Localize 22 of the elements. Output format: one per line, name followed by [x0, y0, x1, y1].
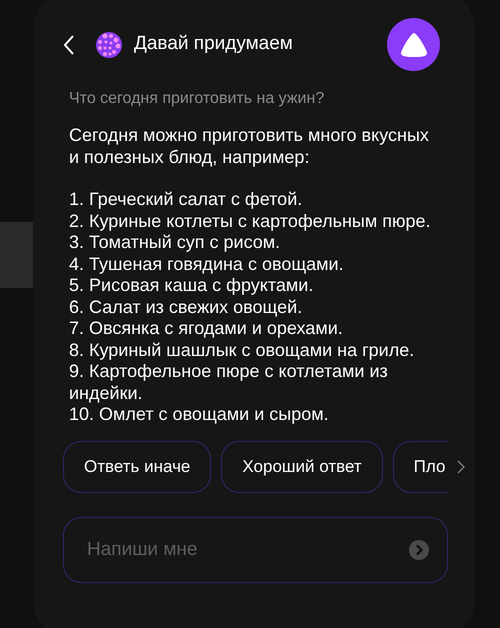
answer-list-item: 9. Картофельное пюре с котлетами из индейки.: [69, 361, 389, 404]
triangle-icon: [400, 32, 428, 58]
answer-intro: Сегодня можно приготовить много вкусных и полезных блюд, например:: [69, 125, 430, 168]
answer-list-item: 1. Греческий салат с фетой.: [69, 189, 304, 210]
side-panel: [0, 222, 33, 288]
answer-list-item: 3. Томатный суп с рисом.: [69, 232, 282, 254]
answer-list-item: 8. Куриный шашлык с овощами на гриле.: [69, 340, 416, 361]
answer-list-item: 6. Салат из свежих овощей.: [69, 296, 304, 318]
dots-avatar-icon: [96, 32, 122, 58]
reply-chip[interactable]: Ответь иначе: [63, 440, 212, 492]
answer-list-item: 7. Овсянка с ягодами и орехами.: [69, 318, 344, 340]
chat-title: Давай придумаем: [134, 32, 293, 56]
answer-list-item: 4. Тушеная говядина с овощами.: [69, 254, 345, 275]
reply-chip[interactable]: Хороший ответ: [221, 440, 383, 492]
chevron-right-icon[interactable]: [457, 460, 465, 474]
answer-list-item: 2. Куриные котлеты с картофельным пюре.: [69, 210, 432, 232]
answer-list-item: 5. Рисовая каша с фруктами.: [69, 275, 314, 296]
message-input[interactable]: Напиши мне: [63, 516, 448, 582]
user-question: Что сегодня приготовить на ужин?: [69, 89, 326, 109]
reply-chip[interactable]: Пло: [392, 440, 449, 492]
back-icon: [63, 34, 75, 56]
answer-list-item: 10. Омлет с овощами и сыром.: [69, 404, 330, 426]
